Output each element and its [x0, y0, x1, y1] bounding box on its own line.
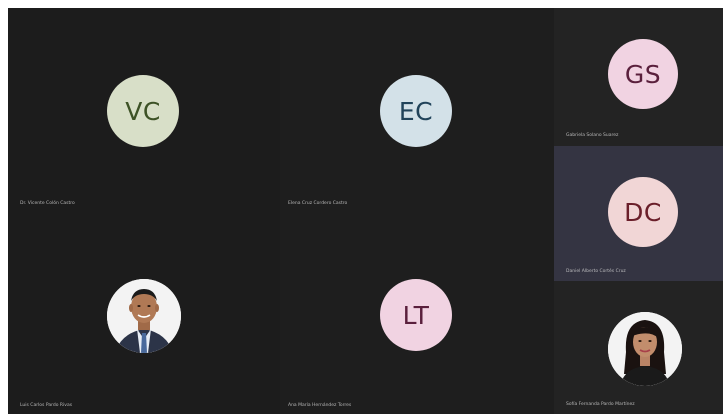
- participant-name: Ana María Hernández Torres: [288, 403, 352, 408]
- participant-name: Sofía Fernanda Pardo Martínez: [566, 402, 635, 407]
- participant-tile-dc[interactable]: DC Daniel Alberto Cortés Cruz: [554, 146, 723, 281]
- participant-tile-photo-2[interactable]: Sofía Fernanda Pardo Martínez: [554, 281, 723, 414]
- participant-name: Luis Carlos Pardo Rivas: [20, 403, 73, 408]
- participant-tile-vc[interactable]: VC Dr. Vicente Colón Castro: [8, 8, 280, 213]
- participant-name: Dr. Vicente Colón Castro: [20, 201, 75, 206]
- avatar-dc: DC: [608, 177, 678, 247]
- participant-name: Daniel Alberto Cortés Cruz: [566, 269, 626, 274]
- avatar-initials: GS: [624, 59, 662, 89]
- avatar-initials: LT: [402, 300, 430, 330]
- avatar-vc: VC: [107, 75, 179, 147]
- participant-tile-gs[interactable]: GS Gabriela Solano Suarez: [554, 8, 723, 146]
- participant-name: Elena Cruz Cordero Castro: [288, 201, 348, 206]
- avatar-gs: GS: [608, 39, 678, 109]
- avatar-initials: VC: [125, 96, 161, 126]
- avatar-ec: EC: [380, 75, 452, 147]
- man-portrait-icon: [107, 279, 181, 353]
- avatar-initials: EC: [398, 96, 434, 126]
- participant-tile-ec[interactable]: EC Elena Cruz Cordero Castro: [280, 8, 554, 213]
- participant-tile-lt[interactable]: LT Ana María Hernández Torres: [280, 213, 554, 414]
- woman-portrait-icon: [608, 312, 682, 386]
- participant-tile-photo-1[interactable]: Luis Carlos Pardo Rivas: [8, 213, 280, 414]
- avatar-initials: DC: [624, 197, 662, 227]
- participant-photo: [107, 279, 181, 353]
- participant-name: Gabriela Solano Suarez: [566, 133, 619, 138]
- participant-photo: [608, 312, 682, 386]
- video-gallery: VC Dr. Vicente Colón Castro EC Elena Cru…: [8, 8, 723, 414]
- avatar-lt: LT: [380, 279, 452, 351]
